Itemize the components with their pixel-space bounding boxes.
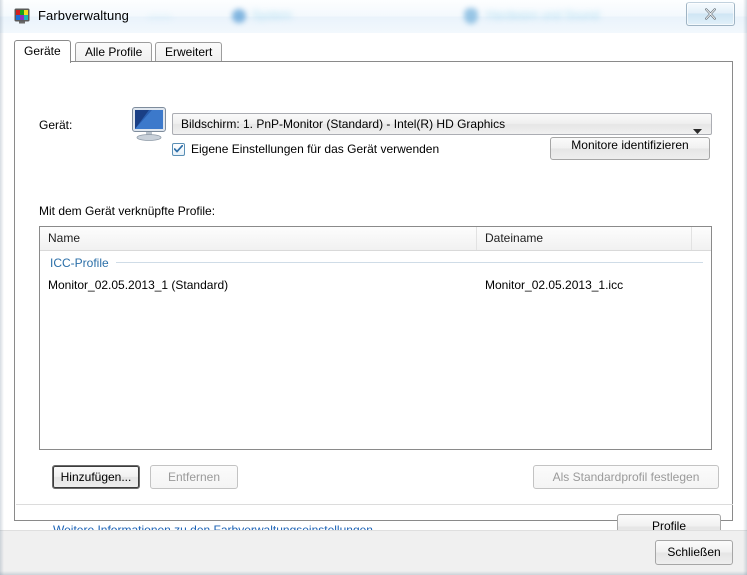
tab-alle-profile[interactable]: Alle Profile [75, 42, 153, 62]
use-own-settings-checkbox[interactable] [172, 142, 185, 156]
profile-name-cell: Monitor_02.05.2013_1 (Standard) [48, 278, 229, 292]
tab-panel-geraete: Gerät: Bildschirm: 1. PnP-Monitor (Stand… [14, 61, 733, 539]
table-row[interactable]: Monitor_02.05.2013_1 (Standard) Monitor_… [40, 274, 711, 296]
glass-ghost-icon-hardware [464, 8, 478, 24]
glass-ghost-text-1: —— [148, 9, 172, 23]
close-icon [704, 8, 717, 20]
chevron-down-icon [693, 123, 702, 137]
tab-geraete[interactable]: Geräte [14, 40, 71, 63]
glass-ghost-icon-system [232, 9, 246, 23]
profiles-list[interactable]: Name Dateiname ICC-Profile Monitor_02.05… [39, 226, 712, 450]
profile-filename-cell: Monitor_02.05.2013_1.icc [485, 278, 624, 292]
glass-ghost-label-system: System [252, 8, 293, 22]
window-close-button[interactable] [686, 2, 735, 26]
associated-profiles-label: Mit dem Gerät verknüpfte Profile: [39, 204, 216, 218]
list-group-divider [115, 262, 703, 263]
glass-ghost-label-hardware: Hardware und Sound [486, 8, 600, 22]
column-header-spacer[interactable] [692, 227, 711, 250]
tab-erweitert[interactable]: Erweitert [155, 42, 223, 62]
add-profile-button[interactable]: Hinzufügen... [52, 465, 140, 489]
color-management-window: —— System Hardware und Sound Farbverwalt… [0, 0, 747, 575]
device-select-value: Bildschirm: 1. PnP-Monitor (Standard) - … [181, 117, 506, 131]
use-own-settings-row[interactable]: Eigene Einstellungen für das Gerät verwe… [172, 142, 439, 156]
identify-monitors-button[interactable]: Monitore identifizieren [550, 137, 710, 160]
checkmark-icon [174, 145, 183, 153]
close-dialog-button[interactable]: Schließen [655, 540, 733, 565]
tab-strip: Geräte Alle Profile Erweitert [14, 40, 733, 63]
title-bar: —— System Hardware und Sound Farbverwalt… [0, 0, 747, 34]
column-header-name[interactable]: Name [40, 227, 477, 250]
dialog-footer: Schließen [0, 530, 747, 575]
monitor-icon [130, 105, 170, 143]
column-header-dateiname[interactable]: Dateiname [477, 227, 692, 250]
remove-profile-button: Entfernen [150, 465, 238, 489]
use-own-settings-label: Eigene Einstellungen für das Gerät verwe… [191, 142, 440, 156]
list-group-label: ICC-Profile [50, 255, 109, 270]
device-label: Gerät: [39, 118, 73, 132]
color-management-icon [14, 8, 30, 24]
panel-divider [16, 504, 733, 505]
profiles-list-header: Name Dateiname [40, 227, 711, 251]
list-group-header-icc: ICC-Profile [40, 251, 711, 274]
set-default-profile-button: Als Standardprofil festlegen [533, 465, 719, 489]
window-title: Farbverwaltung [38, 8, 129, 23]
dialog-body: Geräte Alle Profile Erweitert Gerät: Bil… [0, 33, 747, 575]
device-select[interactable]: Bildschirm: 1. PnP-Monitor (Standard) - … [172, 113, 712, 135]
